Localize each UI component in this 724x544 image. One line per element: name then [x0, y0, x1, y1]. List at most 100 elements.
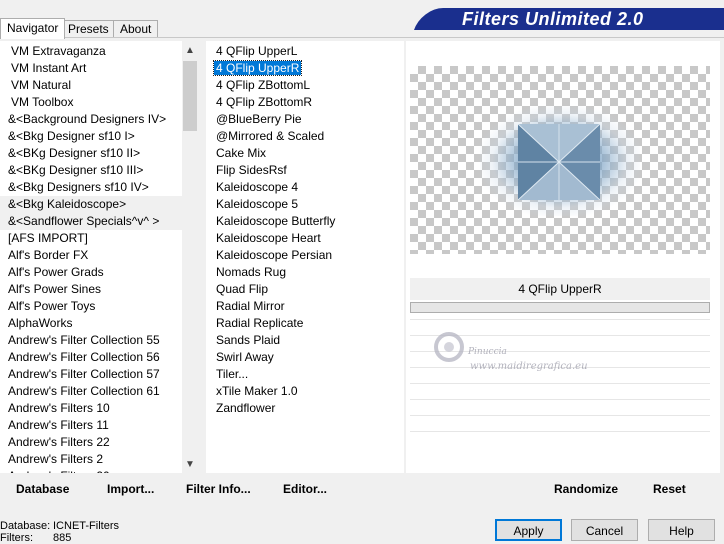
filter-item[interactable]: Kaleidoscope Persian — [206, 247, 404, 264]
preview-panel: 4 QFlip UpperR — [406, 41, 720, 473]
filter-list[interactable]: 4 QFlip UpperL 4 QFlip UpperR 4 QFlip ZBot… — [206, 41, 404, 417]
filter-item[interactable]: Radial Replicate — [206, 315, 404, 332]
filter-item[interactable]: Swirl Away — [206, 349, 404, 366]
category-item[interactable]: Andrew's Filter Collection 55 — [0, 332, 182, 349]
category-item[interactable]: VM Toolbox — [0, 94, 182, 111]
filter-item-label: 4 QFlip UpperL — [216, 44, 298, 58]
filter-item[interactable]: 4 QFlip ZBottomR — [206, 94, 404, 111]
filter-item-label: Kaleidoscope 5 — [216, 197, 299, 211]
category-item[interactable]: Andrew's Filters 20 — [0, 468, 182, 473]
tab-presets[interactable]: Presets — [61, 20, 116, 38]
reset-button[interactable]: Reset — [653, 482, 686, 496]
filter-item-label: Cake Mix — [216, 146, 267, 160]
progress-bar — [410, 302, 710, 313]
editor-button[interactable]: Editor... — [283, 482, 327, 496]
category-item[interactable]: &<Bkg Kaleidoscope> — [0, 196, 182, 213]
filters-label: Filters: — [0, 532, 33, 544]
category-item[interactable]: &<Sandflower Specials^v^ > — [0, 213, 182, 230]
filter-item[interactable]: Quad Flip — [206, 281, 404, 298]
category-item[interactable]: &<BKg Designer sf10 II> — [0, 145, 182, 162]
category-item[interactable]: AlphaWorks — [0, 315, 182, 332]
filter-item[interactable]: @Mirrored & Scaled — [206, 128, 404, 145]
apply-button[interactable]: Apply — [495, 519, 562, 541]
filter-item-label: 4 QFlip UpperR — [212, 60, 303, 76]
preview-toolbar: Randomize Reset — [410, 476, 709, 504]
filter-item-label: @BlueBerry Pie — [216, 112, 302, 126]
filter-item[interactable]: Nomads Rug — [206, 264, 404, 281]
category-item[interactable]: Andrew's Filter Collection 57 — [0, 366, 182, 383]
category-scrollbar[interactable]: ▲ ▼ — [182, 41, 198, 473]
filter-item-label: Kaleidoscope Butterfly — [216, 214, 336, 228]
cancel-button[interactable]: Cancel — [571, 519, 638, 541]
category-item[interactable]: Andrew's Filters 2 — [0, 451, 182, 468]
filter-item-label: Kaleidoscope Persian — [216, 248, 333, 262]
category-item[interactable]: &<Background Designers IV> — [0, 111, 182, 128]
category-item[interactable]: Andrew's Filter Collection 61 — [0, 383, 182, 400]
category-item[interactable]: &<Bkg Designers sf10 IV> — [0, 179, 182, 196]
filter-item[interactable]: Kaleidoscope Heart — [206, 230, 404, 247]
filter-item[interactable]: 4 QFlip ZBottomL — [206, 77, 404, 94]
database-value: ICNET-Filters — [53, 520, 119, 532]
filter-info-button[interactable]: Filter Info... — [186, 482, 251, 496]
tab-divider — [0, 37, 724, 38]
filter-list-panel: 4 QFlip UpperL 4 QFlip UpperR 4 QFlip ZBot… — [206, 41, 404, 473]
filter-item[interactable]: Cake Mix — [206, 145, 404, 162]
database-label: Database: — [0, 520, 51, 532]
category-item[interactable]: Alf's Power Toys — [0, 298, 182, 315]
category-item[interactable]: Andrew's Filters 22 — [0, 434, 182, 451]
import-button[interactable]: Import... — [107, 482, 154, 496]
chevron-down-icon[interactable]: ▼ — [182, 457, 198, 473]
filter-item[interactable]: 4 QFlip UpperL — [206, 43, 404, 60]
filter-item-label: @Mirrored & Scaled — [216, 129, 325, 143]
filters-count: 885 — [53, 532, 72, 544]
kaleidoscope-preview-graphic — [518, 124, 600, 200]
watermark: Pinuccia www.maidiregrafica.eu — [432, 330, 632, 374]
filter-item[interactable]: Radial Mirror — [206, 298, 404, 315]
category-item[interactable]: VM Instant Art — [0, 60, 182, 77]
filter-item-label: Radial Replicate — [216, 316, 304, 330]
banner-title: Filters Unlimited 2.0 — [462, 9, 644, 29]
category-item[interactable]: Alf's Border FX — [0, 247, 182, 264]
filter-item[interactable]: Kaleidoscope 5 — [206, 196, 404, 213]
filter-item-label: Kaleidoscope Heart — [216, 231, 321, 245]
category-item[interactable]: Alf's Power Sines — [0, 281, 182, 298]
filter-item[interactable]: Kaleidoscope 4 — [206, 179, 404, 196]
preview-image — [410, 66, 710, 254]
filter-item-label: Sands Plaid — [216, 333, 281, 347]
filter-item[interactable]: Zandflower — [206, 400, 404, 417]
filter-item[interactable]: Kaleidoscope Butterfly — [206, 213, 404, 230]
category-item[interactable]: Andrew's Filters 10 — [0, 400, 182, 417]
filter-item[interactable]: 4 QFlip UpperR — [206, 60, 404, 77]
filter-item-label: xTile Maker 1.0 — [216, 384, 298, 398]
current-filter-name: 4 QFlip UpperR — [410, 278, 710, 300]
category-item[interactable]: &<BKg Designer sf10 III> — [0, 162, 182, 179]
tab-navigator[interactable]: Navigator — [0, 18, 66, 39]
category-item[interactable]: VM Natural — [0, 77, 182, 94]
category-item[interactable]: Alf's Power Grads — [0, 264, 182, 281]
filter-item[interactable]: Flip SidesRsf — [206, 162, 404, 179]
help-button[interactable]: Help — [648, 519, 715, 541]
watermark-name: Pinuccia — [468, 347, 507, 357]
category-item[interactable]: VM Extravaganza — [0, 43, 182, 60]
watermark-logo-icon — [434, 332, 464, 362]
chevron-up-icon[interactable]: ▲ — [182, 43, 198, 59]
filter-item-label: Kaleidoscope 4 — [216, 180, 299, 194]
filter-item[interactable]: @BlueBerry Pie — [206, 111, 404, 128]
filter-item-label: 4 QFlip ZBottomL — [216, 78, 311, 92]
scroll-thumb[interactable] — [183, 61, 197, 131]
category-item[interactable]: &<Bkg Designer sf10 I> — [0, 128, 182, 145]
filter-item-label: Nomads Rug — [216, 265, 287, 279]
database-button[interactable]: Database — [16, 482, 69, 496]
filter-item[interactable]: Sands Plaid — [206, 332, 404, 349]
filter-item-label: Radial Mirror — [216, 299, 285, 313]
category-item[interactable]: Andrew's Filters 11 — [0, 417, 182, 434]
tab-about[interactable]: About — [113, 20, 159, 38]
filter-item[interactable]: Tiler... — [206, 366, 404, 383]
filter-item-label: 4 QFlip ZBottomR — [216, 95, 313, 109]
randomize-button[interactable]: Randomize — [554, 482, 618, 496]
filter-item[interactable]: xTile Maker 1.0 — [206, 383, 404, 400]
category-list[interactable]: VM Extravaganza VM Instant Art VM Natural V… — [0, 41, 182, 473]
filter-item-label: Flip SidesRsf — [216, 163, 287, 177]
category-item[interactable]: [AFS IMPORT] — [0, 230, 182, 247]
category-item[interactable]: Andrew's Filter Collection 56 — [0, 349, 182, 366]
